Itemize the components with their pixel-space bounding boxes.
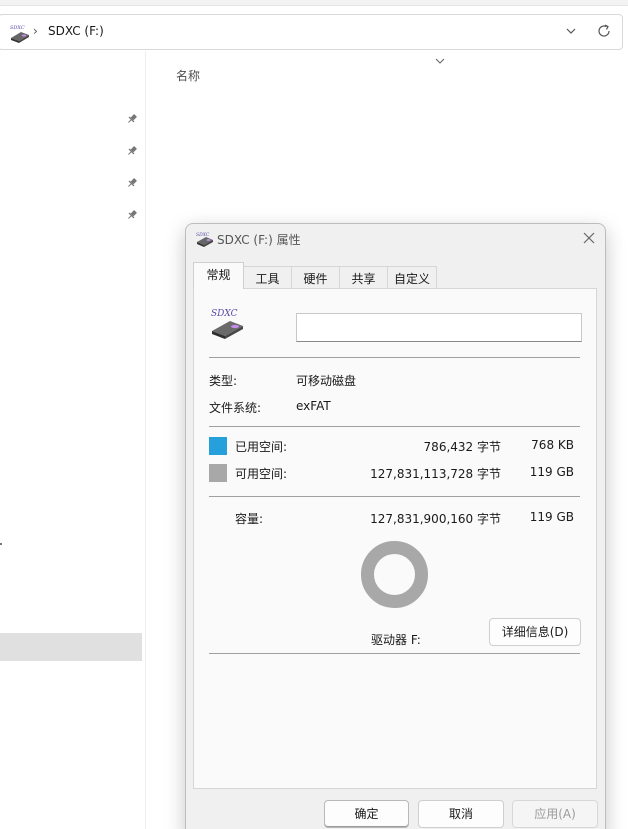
cancel-button[interactable]: 取消 — [418, 800, 504, 828]
disk-usage-donut — [361, 541, 428, 608]
navigation-pane — [0, 51, 145, 829]
divider — [209, 426, 580, 427]
svg-text:SDXC: SDXC — [10, 25, 25, 31]
nav-item-selected[interactable] — [0, 633, 142, 661]
pin-icon[interactable] — [126, 145, 138, 157]
divider — [209, 357, 580, 358]
drive-letter-label: 驱动器 F: — [371, 633, 421, 647]
address-bar[interactable]: SDXC › SDXC (F:) — [0, 14, 623, 50]
capacity-bytes: 127,831,900,160 字节 — [370, 512, 501, 526]
capacity-size: 119 GB — [529, 510, 574, 524]
chevron-down-icon[interactable] — [434, 56, 446, 66]
column-header-name[interactable]: 名称 — [176, 67, 200, 84]
type-value: 可移动磁盘 — [296, 374, 357, 388]
free-space-bytes: 127,831,113,728 字节 — [370, 467, 501, 481]
tab-general[interactable]: 常规 — [193, 262, 244, 289]
divider — [209, 653, 580, 654]
pin-icon[interactable] — [126, 209, 138, 221]
used-space-bytes: 786,432 字节 — [423, 440, 501, 454]
tab-tools[interactable]: 工具 — [243, 266, 292, 288]
breadcrumb-path[interactable]: SDXC (F:) — [48, 24, 104, 38]
tab-customize[interactable]: 自定义 — [387, 266, 437, 288]
sd-card-drive-icon: SDXC — [196, 232, 213, 247]
used-space-size: 768 KB — [531, 438, 574, 452]
refresh-icon[interactable] — [596, 23, 612, 39]
apply-button[interactable]: 应用(A) — [512, 800, 598, 828]
sd-card-drive-icon: SDXC — [10, 25, 29, 43]
donut-free-arc — [361, 541, 428, 608]
properties-dialog: SDXC SDXC (F:) 属性 常规 工具 硬件 共享 自定义 SDXC 类… — [185, 223, 606, 829]
dialog-title: SDXC (F:) 属性 — [217, 233, 301, 247]
details-button[interactable]: 详细信息(D) — [489, 618, 581, 646]
nav-scroll-indicator — [0, 543, 2, 545]
pane-divider — [145, 51, 146, 829]
svg-text:SDXC: SDXC — [211, 309, 238, 319]
free-space-swatch — [209, 464, 227, 482]
used-space-swatch — [209, 437, 227, 455]
tab-hardware[interactable]: 硬件 — [291, 266, 340, 288]
pin-icon[interactable] — [126, 177, 138, 189]
general-tab-panel: SDXC 类型: 可移动磁盘 文件系统: exFAT 已用空间: 786,432… — [193, 288, 597, 789]
free-space-size: 119 GB — [529, 465, 574, 479]
capacity-label: 容量: — [235, 512, 264, 526]
breadcrumb-separator: › — [33, 24, 38, 38]
free-space-label: 可用空间: — [235, 467, 288, 481]
type-label: 类型: — [209, 374, 238, 388]
sd-card-drive-icon: SDXC — [211, 309, 243, 339]
tab-sharing[interactable]: 共享 — [339, 266, 388, 288]
used-space-label: 已用空间: — [235, 440, 288, 454]
window-top-strip — [0, 0, 628, 6]
volume-name-input[interactable] — [296, 313, 582, 342]
filesystem-label: 文件系统: — [209, 401, 262, 415]
chevron-down-icon[interactable] — [564, 24, 578, 38]
svg-text:SDXC: SDXC — [196, 232, 210, 238]
close-icon[interactable] — [583, 232, 595, 244]
ok-button[interactable]: 确定 — [324, 800, 409, 828]
pin-icon[interactable] — [126, 113, 138, 125]
divider — [209, 496, 580, 497]
filesystem-value: exFAT — [296, 399, 331, 413]
